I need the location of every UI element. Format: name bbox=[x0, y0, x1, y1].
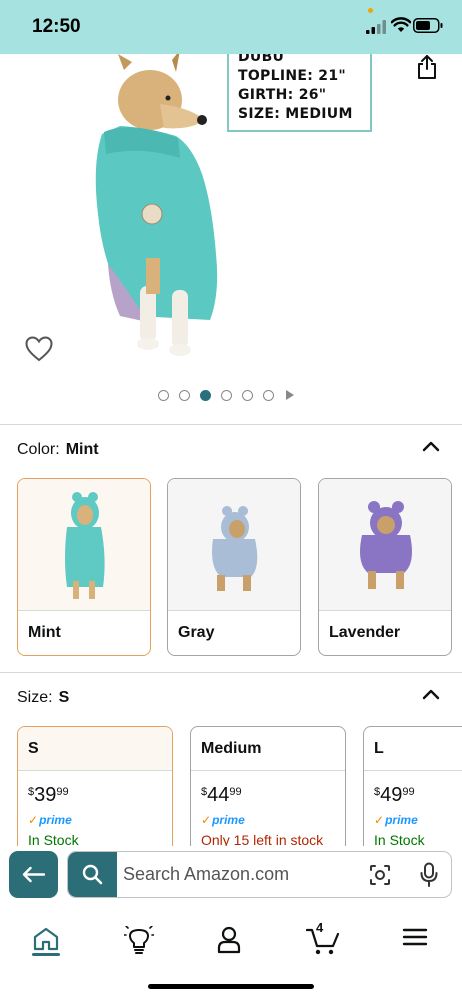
size-option-price: $4499 bbox=[201, 784, 242, 806]
menu-icon bbox=[402, 928, 428, 946]
size-option-price: $4999 bbox=[374, 784, 415, 806]
back-button[interactable] bbox=[9, 851, 58, 898]
cart-count-badge: 4 bbox=[316, 920, 324, 935]
status-time: 12:50 bbox=[32, 16, 81, 37]
spec-line-topline: TOPLINE: 21" bbox=[238, 68, 346, 84]
home-icon bbox=[33, 927, 59, 951]
battery-icon bbox=[413, 18, 443, 33]
heart-icon[interactable] bbox=[25, 336, 53, 362]
home-indicator[interactable] bbox=[148, 984, 314, 989]
bottom-navigation: 4 bbox=[0, 910, 462, 1000]
dog-gray-thumbnail bbox=[212, 506, 258, 591]
size-option-l[interactable]: L $4999 ✓prime In Stock bbox=[363, 726, 462, 856]
nav-inspire[interactable] bbox=[118, 922, 158, 962]
microphone-icon[interactable] bbox=[419, 862, 439, 888]
privacy-indicator-dot bbox=[368, 8, 373, 13]
chevron-up-icon[interactable] bbox=[422, 440, 440, 452]
carousel-dot[interactable] bbox=[242, 389, 253, 401]
active-tab-indicator bbox=[32, 953, 60, 956]
divider bbox=[0, 672, 462, 673]
prime-badge: ✓prime bbox=[374, 813, 418, 827]
search-icon bbox=[82, 864, 103, 885]
color-option-mint[interactable]: Mint bbox=[17, 478, 151, 656]
search-bar-container bbox=[0, 846, 462, 910]
account-icon bbox=[217, 926, 241, 954]
size-option-medium[interactable]: Medium $4499 ✓prime Only 15 left in stoc… bbox=[190, 726, 346, 856]
size-option-label: S bbox=[18, 727, 172, 771]
spec-line-size: SIZE: MEDIUM bbox=[238, 106, 353, 122]
color-header: Color: Mint bbox=[17, 441, 99, 459]
color-option-label: Mint bbox=[28, 624, 61, 641]
color-option-lavender[interactable]: Lavender bbox=[318, 478, 452, 656]
chevron-up-icon[interactable] bbox=[422, 688, 440, 700]
color-swatch-image bbox=[319, 479, 451, 611]
nav-account[interactable] bbox=[210, 922, 250, 962]
carousel-pagination bbox=[158, 388, 294, 402]
prime-badge: ✓prime bbox=[28, 813, 72, 827]
color-option-gray[interactable]: Gray bbox=[167, 478, 301, 656]
spec-line-girth: GIRTH: 26" bbox=[238, 87, 327, 103]
camera-scan-icon[interactable] bbox=[369, 864, 391, 886]
carousel-dot[interactable] bbox=[221, 389, 232, 401]
cellular-signal-icon bbox=[366, 20, 386, 34]
prime-badge: ✓prime bbox=[201, 813, 245, 827]
dog-lavender-thumbnail bbox=[360, 501, 412, 589]
lightbulb-icon bbox=[124, 926, 154, 954]
color-option-label: Lavender bbox=[329, 624, 401, 641]
color-swatch-image bbox=[18, 479, 150, 611]
size-selected-value: S bbox=[58, 689, 70, 706]
arrow-left-icon bbox=[22, 866, 45, 883]
carousel-dot-active[interactable] bbox=[200, 389, 211, 401]
search-button[interactable] bbox=[68, 852, 117, 897]
size-option-label: Medium bbox=[191, 727, 345, 771]
video-play-icon[interactable] bbox=[286, 390, 294, 400]
search-input[interactable] bbox=[123, 852, 353, 897]
carousel-dot[interactable] bbox=[158, 389, 169, 401]
size-label: Size: bbox=[17, 689, 53, 706]
dog-mint-thumbnail bbox=[65, 492, 105, 599]
wifi-icon bbox=[391, 17, 411, 32]
nav-home[interactable] bbox=[26, 922, 66, 962]
product-photo-dog-in-mint-robe bbox=[95, 54, 218, 356]
size-option-s[interactable]: S $3999 ✓prime In Stock bbox=[17, 726, 173, 856]
color-swatch-image bbox=[168, 479, 300, 611]
color-label: Color: bbox=[17, 441, 60, 458]
nav-menu[interactable] bbox=[396, 922, 436, 962]
carousel-dot[interactable] bbox=[263, 389, 274, 401]
carousel-dot[interactable] bbox=[179, 389, 190, 401]
size-header: Size: S bbox=[17, 689, 69, 707]
product-spec-overlay: DUBU TOPLINE: 21" GIRTH: 26" SIZE: MEDIU… bbox=[227, 54, 372, 132]
size-option-price: $3999 bbox=[28, 784, 69, 806]
status-bar: 12:50 bbox=[0, 0, 462, 54]
color-option-label: Gray bbox=[178, 624, 215, 641]
search-box[interactable] bbox=[67, 851, 452, 898]
share-icon[interactable] bbox=[414, 54, 440, 80]
product-image-carousel[interactable]: DUBU TOPLINE: 21" GIRTH: 26" SIZE: MEDIU… bbox=[0, 54, 462, 424]
spec-line-name: DUBU bbox=[238, 54, 285, 65]
divider bbox=[0, 424, 462, 425]
size-option-label: L bbox=[364, 727, 462, 771]
color-selected-value: Mint bbox=[65, 441, 99, 458]
